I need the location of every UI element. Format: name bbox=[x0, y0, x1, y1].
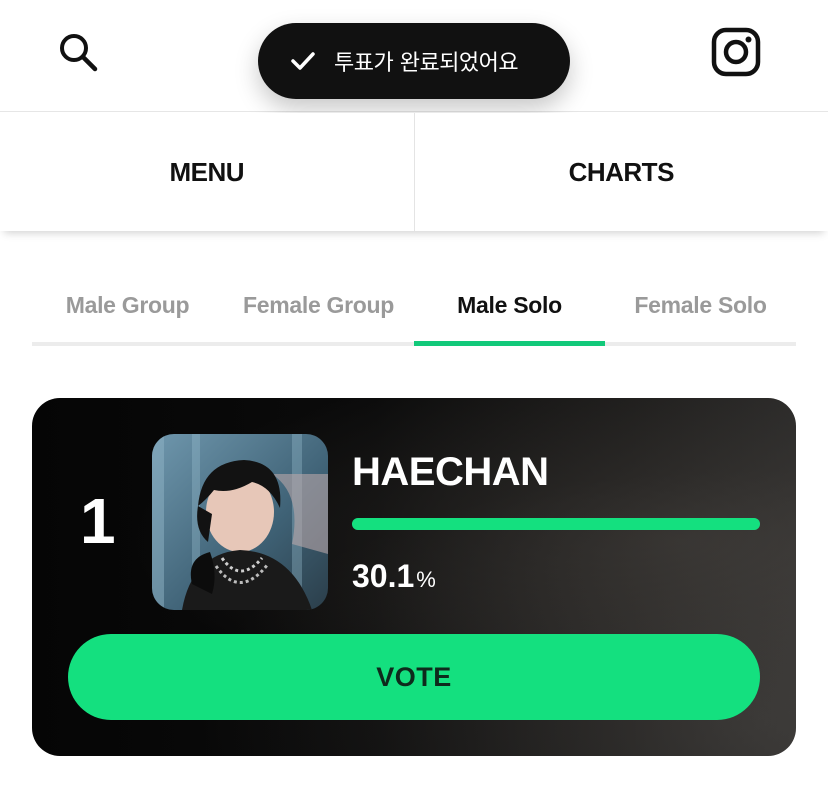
vote-percentage: 30.1% bbox=[352, 558, 436, 595]
category-tabs: Male Group Female Group Male Solo Female… bbox=[32, 268, 796, 346]
rank-number: 1 bbox=[80, 485, 116, 557]
nav-charts[interactable]: CHARTS bbox=[413, 113, 828, 231]
tab-male-solo[interactable]: Male Solo bbox=[414, 268, 605, 346]
tab-female-group[interactable]: Female Group bbox=[223, 268, 414, 342]
nav-menu[interactable]: MENU bbox=[0, 113, 414, 231]
instagram-icon bbox=[711, 27, 761, 77]
tab-female-solo[interactable]: Female Solo bbox=[605, 268, 796, 342]
search-icon bbox=[60, 34, 98, 72]
artist-name: HAECHAN bbox=[352, 450, 549, 494]
percentage-unit: % bbox=[416, 567, 436, 592]
toast-message: 투표가 완료되었어요 bbox=[334, 51, 519, 76]
vote-complete-toast: 투표가 완료되었어요 bbox=[258, 23, 570, 99]
tab-male-group[interactable]: Male Group bbox=[32, 268, 223, 342]
main-nav: MENU CHARTS bbox=[0, 113, 828, 231]
percentage-value: 30.1 bbox=[352, 558, 415, 594]
artist-photo bbox=[152, 434, 328, 610]
check-icon bbox=[291, 52, 315, 70]
search-button[interactable] bbox=[56, 30, 102, 76]
vote-progress-bar bbox=[352, 518, 760, 530]
instagram-button[interactable] bbox=[710, 26, 762, 78]
vote-progress-fill bbox=[352, 518, 760, 530]
ranking-card: 1 HAECHAN 30.1% VOTE bbox=[32, 398, 796, 756]
vote-button[interactable]: VOTE bbox=[68, 634, 760, 720]
